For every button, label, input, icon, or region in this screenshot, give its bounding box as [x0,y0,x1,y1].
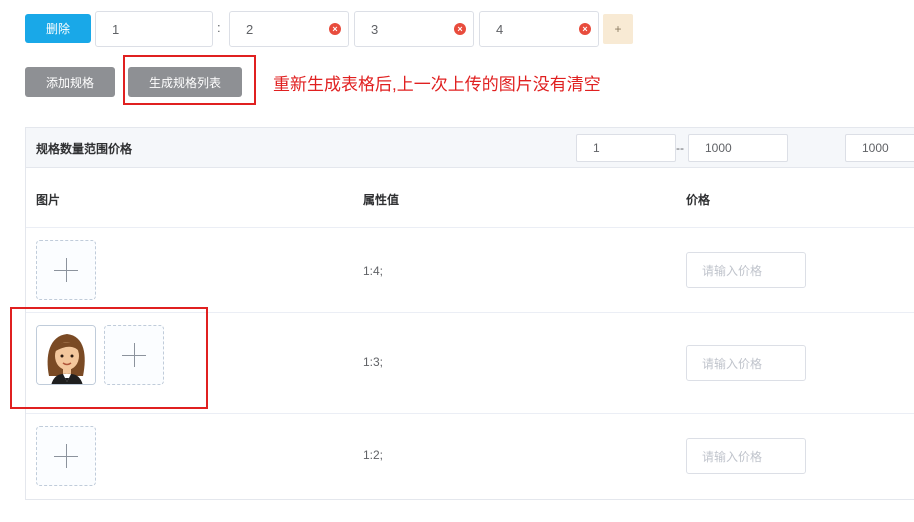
row-attr: 1:2; [363,448,384,462]
clear-icon[interactable]: × [454,23,466,35]
upload-plus-icon[interactable] [36,426,96,486]
row-attr: 1:4; [363,264,384,278]
add-value-button[interactable]: + [603,14,633,44]
clear-icon[interactable]: × [329,23,341,35]
spec-value-text: 4 [496,21,504,37]
spec-value-text: 1 [112,21,120,37]
range-dash: -- [676,141,684,155]
annotation-text: 重新生成表格后,上一次上传的图片没有清空 [273,75,601,94]
upload-plus-icon[interactable] [104,325,164,385]
row-divider [26,413,914,414]
range-from-value: 1 [593,141,600,155]
upload-plus-icon[interactable] [36,240,96,300]
spec-value-input-3[interactable]: 3 × [354,11,474,47]
price-placeholder: 请输入价格 [702,356,763,371]
clear-icon[interactable]: × [579,23,591,35]
range-price-value: 1000 [862,141,889,155]
header-image: 图片 [36,193,61,207]
spec-value-input-2[interactable]: 2 × [229,11,349,47]
header-attr: 属性值 [363,193,400,207]
range-from-input[interactable]: 1 [576,134,676,162]
spec-separator: : [217,20,221,35]
price-placeholder: 请输入价格 [702,449,763,464]
generate-list-button[interactable]: 生成规格列表 [128,67,242,97]
spec-value-text: 2 [246,21,254,37]
range-label: 规格数量范围价格 [36,142,133,156]
row-attr: 1:3; [363,355,384,369]
price-input[interactable]: 请输入价格 [686,345,806,381]
add-spec-button[interactable]: 添加规格 [25,67,115,97]
uploaded-image[interactable] [36,325,96,385]
price-input[interactable]: 请输入价格 [686,252,806,288]
spec-value-input-4[interactable]: 4 × [479,11,599,47]
avatar-image [37,326,95,384]
spec-value-text: 3 [371,21,379,37]
delete-button[interactable]: 删除 [25,14,91,43]
spec-value-input-1[interactable]: 1 [95,11,213,47]
range-to-value: 1000 [705,141,732,155]
range-to-input[interactable]: 1000 [688,134,788,162]
price-input[interactable]: 请输入价格 [686,438,806,474]
price-placeholder: 请输入价格 [702,263,763,278]
row-divider [26,227,914,228]
range-price-input[interactable]: 1000 [845,134,914,162]
header-price: 价格 [686,193,711,207]
